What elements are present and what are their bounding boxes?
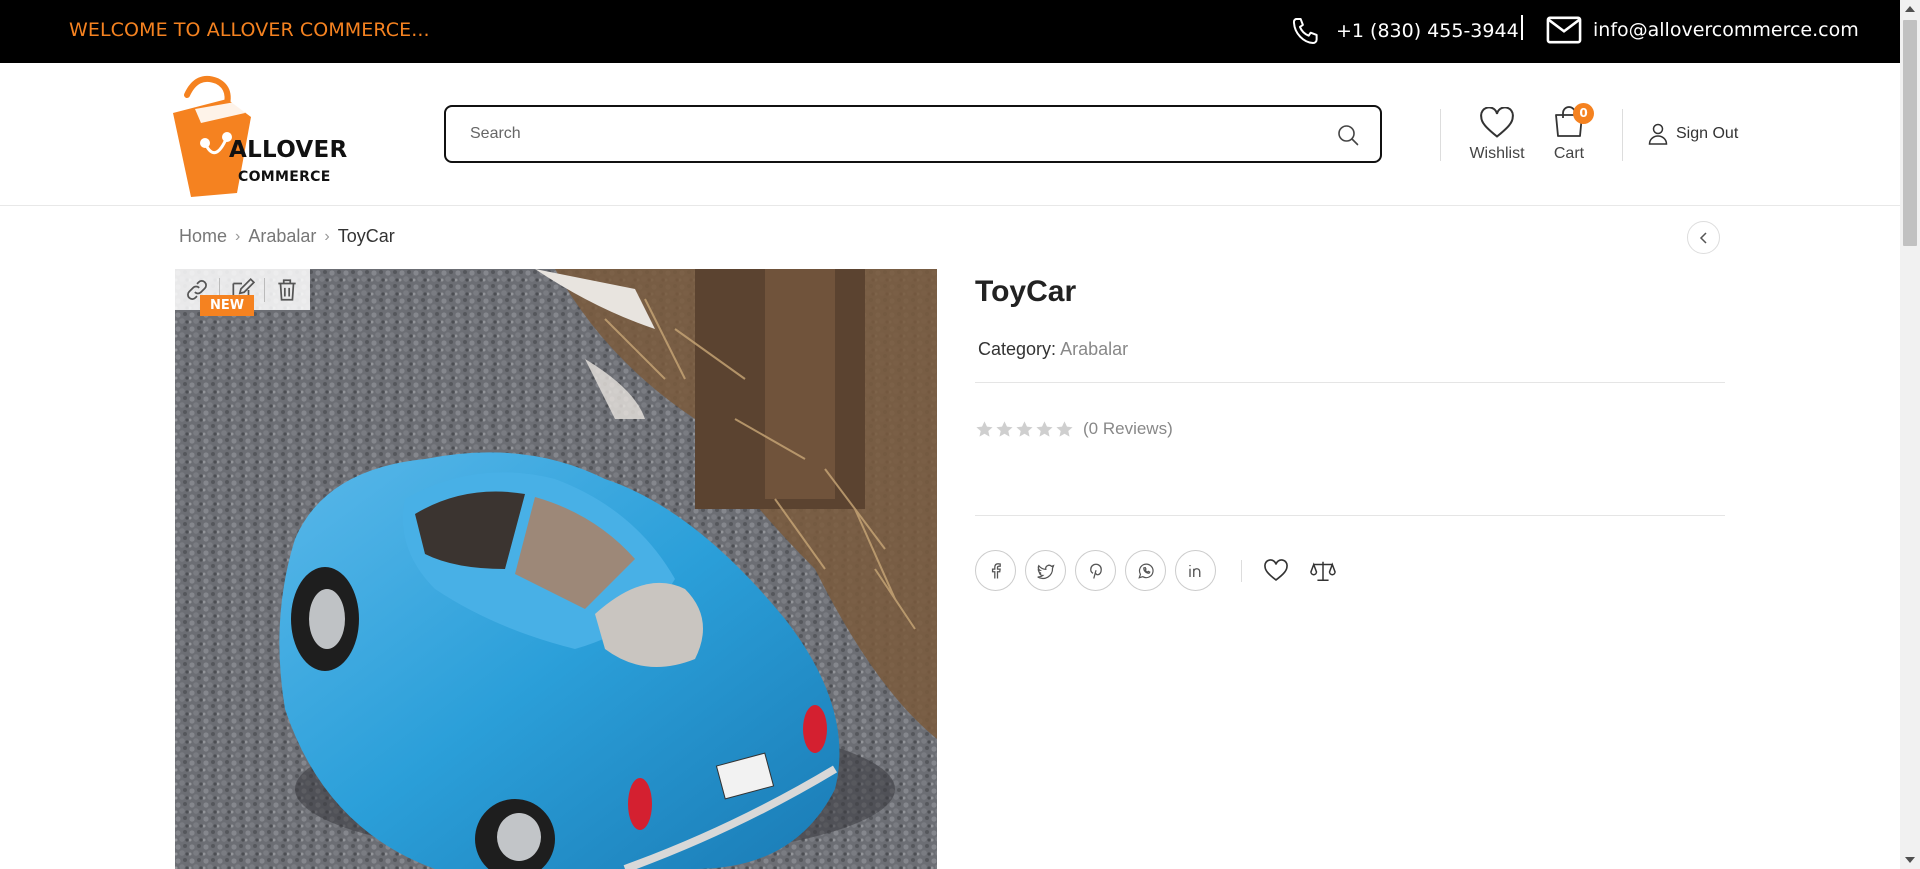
breadcrumb: Home › Arabalar › ToyCar [179,226,395,247]
share-pinterest-button[interactable] [1075,550,1116,591]
phone-number[interactable]: +1 (830) 455-3944 [1336,20,1519,42]
reviews-count[interactable]: (0 Reviews) [1083,419,1173,439]
divider [1622,109,1623,161]
chevron-right-icon: › [235,227,241,245]
site-logo[interactable]: ALLOVER COMMERCE [165,73,348,197]
divider [1241,559,1242,582]
divider [1440,109,1441,161]
scroll-up-arrow-icon[interactable] [1905,6,1915,12]
star-icon [976,420,993,437]
pinterest-icon [1089,563,1102,579]
new-badge: NEW [200,295,255,316]
facebook-icon [991,562,1001,578]
star-icon [1056,420,1073,437]
delete-button[interactable] [265,269,309,310]
whatsapp-icon [1137,563,1154,579]
breadcrumb-home[interactable]: Home [179,226,227,247]
heart-icon [1480,106,1514,138]
previous-product-button[interactable] [1687,221,1720,254]
compare-button[interactable] [1305,553,1341,589]
divider [1521,15,1523,40]
category-label: Category: [978,339,1057,359]
scrollbar-thumb[interactable] [1903,20,1917,246]
cart-button[interactable]: 0 Cart [1545,103,1594,163]
page-scrollbar[interactable] [1900,0,1920,869]
star-icon [1036,420,1053,437]
wishlist-button[interactable]: Wishlist [1466,106,1528,163]
share-twitter-button[interactable] [1025,550,1066,591]
product-category: Category: Arabalar [978,339,1128,360]
cart-count-badge: 0 [1573,103,1594,124]
logo-text-primary: ALLOVER [229,137,348,163]
linkedin-icon [1188,564,1200,577]
trash-icon [278,278,296,301]
scroll-down-arrow-icon[interactable] [1905,857,1915,863]
category-link[interactable]: Arabalar [1060,339,1128,359]
share-facebook-button[interactable] [975,550,1016,591]
product-image[interactable]: NEW [175,269,937,869]
breadcrumb-category[interactable]: Arabalar [248,226,316,247]
star-icon [996,420,1013,437]
chevron-left-icon [1699,231,1707,244]
share-linkedin-button[interactable] [1175,550,1216,591]
twitter-icon [1036,564,1054,579]
top-bar: WELCOME TO ALLOVER COMMERCE... +1 (830) … [0,0,1900,63]
heart-icon [1264,558,1288,581]
product-rating[interactable]: (0 Reviews) [975,419,1173,439]
cart-label: Cart [1553,145,1585,162]
breadcrumb-current: ToyCar [337,226,395,246]
logo-text-secondary: COMMERCE [238,169,331,185]
sign-out-button[interactable]: Sign Out [1648,122,1738,146]
welcome-message: WELCOME TO ALLOVER COMMERCE... [69,19,430,41]
share-whatsapp-button[interactable] [1125,550,1166,591]
email-address[interactable]: info@allovercommerce.com [1593,19,1859,41]
search-box [444,105,1382,163]
phone-icon [1292,17,1318,45]
search-icon[interactable] [1336,123,1360,147]
search-input[interactable] [470,119,1290,149]
wishlist-label: Wishlist [1469,145,1525,162]
product-title: ToyCar [975,275,1077,308]
compare-icon [1310,561,1336,581]
divider [975,515,1725,516]
user-icon [1648,123,1668,145]
site-header: ALLOVER COMMERCE Wishlist 0 Cart Sign Ou… [0,63,1900,206]
star-icon [1016,420,1033,437]
toy-car-photo [175,269,937,869]
share-bar [975,550,1352,591]
sign-out-label: Sign Out [1676,125,1739,142]
mail-icon [1546,16,1582,44]
add-to-wishlist-button[interactable] [1258,553,1294,589]
chevron-right-icon: › [324,227,330,245]
divider [975,382,1725,383]
